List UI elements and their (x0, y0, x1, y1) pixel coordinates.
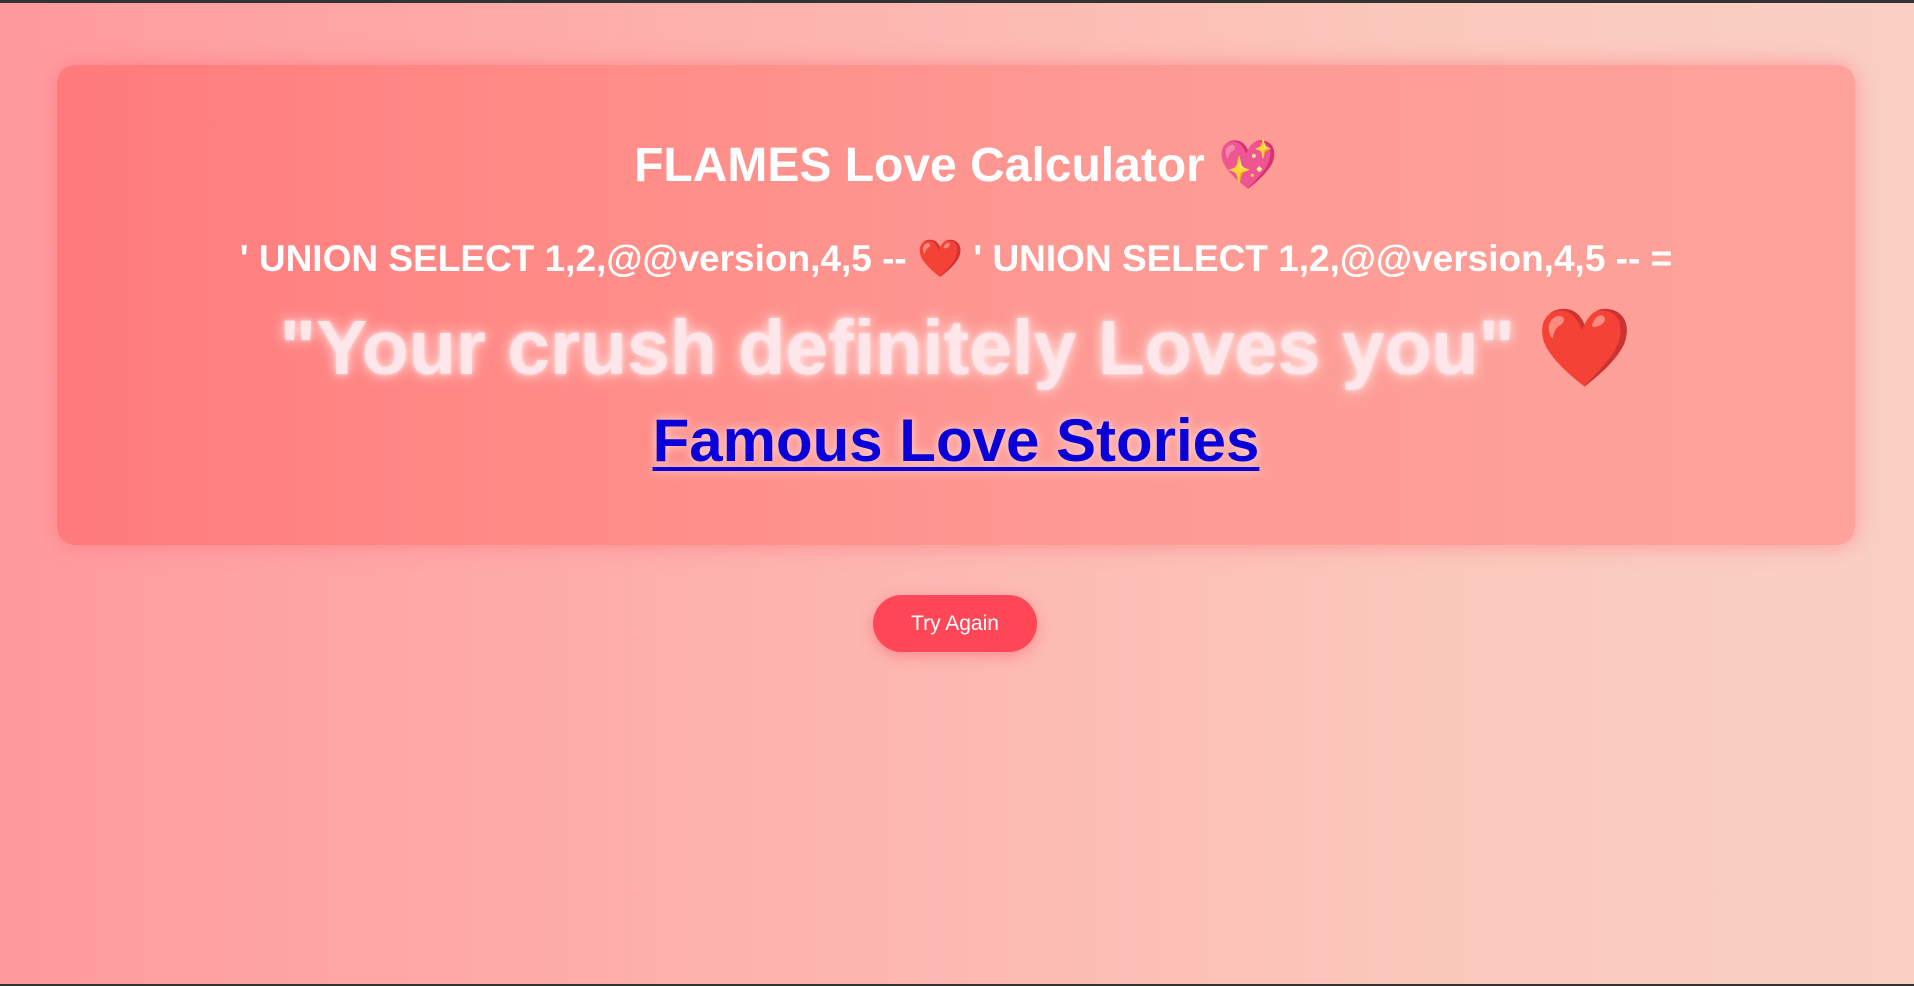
first-name: ' UNION SELECT 1,2,@@version,4,5 -- (239, 238, 907, 279)
red-heart-icon: ❤️ (1536, 304, 1633, 393)
result-card: FLAMES Love Calculator 💖 ' UNION SELECT … (57, 65, 1855, 545)
flames-result: "Your crush definitely Loves you" ❤️ (57, 303, 1855, 394)
names-line: ' UNION SELECT 1,2,@@version,4,5 -- ❤️ '… (57, 237, 1855, 281)
equals-sign: = (1650, 238, 1673, 279)
page-title-text: FLAMES Love Calculator (634, 139, 1205, 192)
try-again-button[interactable]: Try Again (873, 595, 1037, 652)
sparkling-heart-icon: 💖 (1218, 137, 1278, 193)
famous-love-stories-link[interactable]: Famous Love Stories (653, 407, 1260, 474)
page-title: FLAMES Love Calculator 💖 (57, 137, 1855, 194)
second-name: ' UNION SELECT 1,2,@@version,4,5 -- (973, 238, 1641, 279)
heart-icon: ❤️ (917, 237, 964, 280)
window-top-border (0, 0, 1914, 3)
famous-love-stories-container: Famous Love Stories (57, 405, 1855, 477)
result-text: "Your crush definitely Loves you" (279, 305, 1516, 391)
